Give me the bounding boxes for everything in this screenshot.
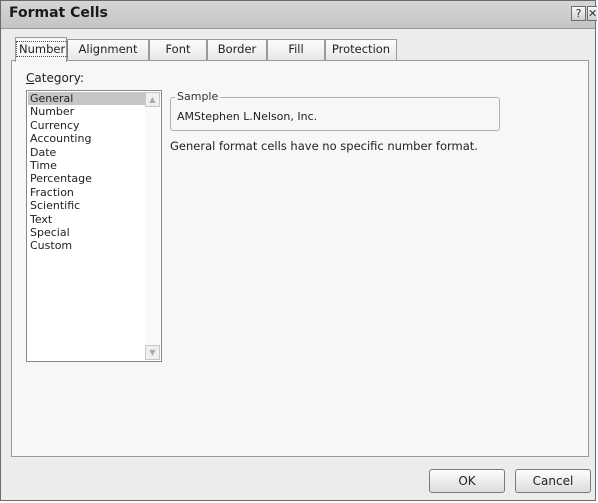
- title-bar[interactable]: Format Cells ? ✕: [1, 1, 597, 29]
- category-item-currency[interactable]: Currency: [28, 119, 145, 132]
- category-label-text: ategory:: [34, 71, 84, 85]
- dialog-title: Format Cells: [9, 5, 108, 21]
- tab-label: Fill: [288, 42, 304, 56]
- tab-protection[interactable]: Protection: [325, 39, 397, 60]
- tab-label: Alignment: [78, 42, 138, 56]
- scroll-up-arrow-icon[interactable]: ▲: [145, 92, 160, 107]
- category-item-percentage[interactable]: Percentage: [28, 172, 145, 185]
- format-cells-dialog: Format Cells ? ✕ Number Alignment Font B…: [0, 0, 597, 501]
- category-item-text[interactable]: Text: [28, 213, 145, 226]
- number-tab-panel: Category: General Number Currency Accoun…: [11, 60, 589, 457]
- help-icon[interactable]: ?: [571, 6, 586, 21]
- tab-number[interactable]: Number: [15, 37, 69, 62]
- category-item-time[interactable]: Time: [28, 159, 145, 172]
- category-item-special[interactable]: Special: [28, 226, 145, 239]
- category-label: Category:: [26, 71, 84, 85]
- category-item-custom[interactable]: Custom: [28, 239, 145, 252]
- tab-alignment[interactable]: Alignment: [67, 39, 149, 60]
- ok-button[interactable]: OK: [429, 469, 505, 493]
- tab-label: Font: [165, 42, 191, 56]
- category-item-fraction[interactable]: Fraction: [28, 186, 145, 199]
- sample-value: AMStephen L.Nelson, Inc.: [177, 110, 318, 123]
- close-icon[interactable]: ✕: [587, 6, 597, 21]
- category-item-number[interactable]: Number: [28, 105, 145, 118]
- tab-border[interactable]: Border: [207, 39, 267, 60]
- category-list: General Number Currency Accounting Date …: [28, 92, 145, 253]
- cancel-button[interactable]: Cancel: [515, 469, 591, 493]
- category-item-general[interactable]: General: [28, 92, 145, 106]
- sample-legend: Sample: [175, 90, 221, 103]
- tab-label: Border: [217, 42, 257, 56]
- category-scrollbar[interactable]: ▲ ▼: [145, 92, 160, 360]
- sample-group: Sample AMStephen L.Nelson, Inc.: [170, 90, 500, 131]
- category-item-date[interactable]: Date: [28, 146, 145, 159]
- category-item-scientific[interactable]: Scientific: [28, 199, 145, 212]
- format-description: General format cells have no specific nu…: [170, 139, 478, 153]
- tab-label: Number: [16, 41, 69, 57]
- tab-font[interactable]: Font: [149, 39, 207, 60]
- tab-label: Protection: [331, 42, 391, 56]
- tab-fill[interactable]: Fill: [267, 39, 325, 60]
- category-listbox[interactable]: General Number Currency Accounting Date …: [26, 90, 162, 362]
- scroll-down-arrow-icon[interactable]: ▼: [145, 345, 160, 360]
- category-item-accounting[interactable]: Accounting: [28, 132, 145, 145]
